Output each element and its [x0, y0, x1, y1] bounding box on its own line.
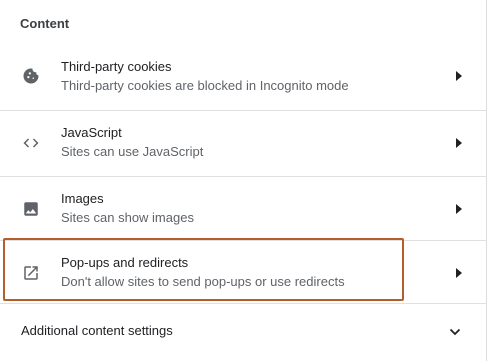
code-icon — [21, 133, 41, 153]
arrow-right-icon — [455, 71, 463, 81]
row-javascript[interactable]: JavaScript Sites can use JavaScript — [0, 110, 487, 174]
footer-label: Additional content settings — [21, 323, 173, 338]
arrow-right-icon — [455, 137, 463, 148]
row-sublabel: Sites can use JavaScript — [61, 144, 204, 159]
row-label: Third-party cookies — [61, 58, 172, 74]
section-title: Content — [20, 16, 70, 31]
row-sublabel: Third-party cookies are blocked in Incog… — [61, 77, 349, 93]
row-label: Images — [61, 191, 104, 206]
row-sublabel: Don't allow sites to send pop-ups or use… — [61, 274, 345, 289]
arrow-right-icon — [455, 267, 463, 278]
open-in-new-icon — [21, 263, 41, 283]
row-images[interactable]: Images Sites can show images — [0, 176, 487, 240]
row-label: JavaScript — [61, 125, 122, 140]
row-sublabel: Sites can show images — [61, 210, 194, 225]
content-settings-card: Content Third-party cookies Third-party … — [0, 0, 487, 361]
chevron-down-icon — [449, 325, 461, 337]
row-third-party-cookies[interactable]: Third-party cookies Third-party cookies … — [0, 44, 487, 108]
image-icon — [21, 199, 41, 219]
row-popups-redirects[interactable]: Pop-ups and redirects Don't allow sites … — [0, 240, 487, 304]
additional-content-settings-toggle[interactable]: Additional content settings — [0, 303, 487, 359]
row-label: Pop-ups and redirects — [61, 255, 189, 270]
cookie-icon — [21, 66, 41, 86]
arrow-right-icon — [455, 203, 463, 214]
